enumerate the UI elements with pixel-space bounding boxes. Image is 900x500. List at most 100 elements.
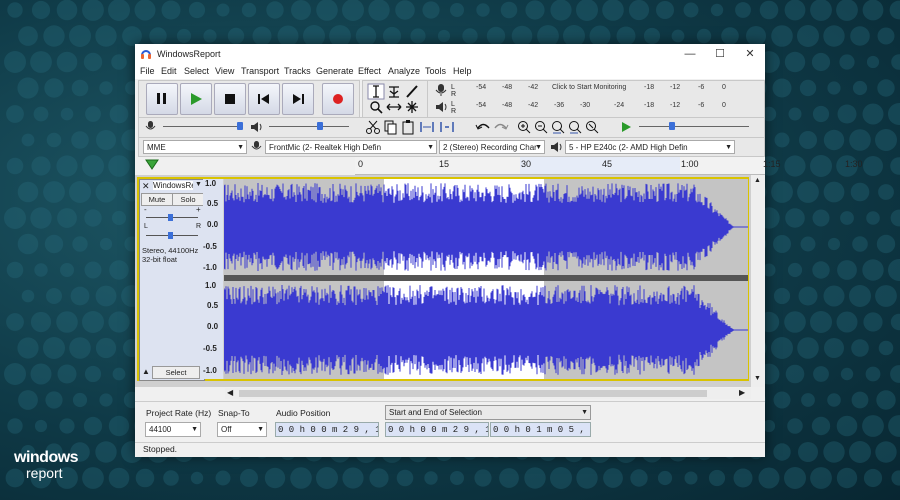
zoom-out-icon[interactable] bbox=[535, 121, 548, 134]
recording-device-select[interactable]: FrontMic (2- Realtek High Defin ▼ bbox=[265, 140, 437, 154]
recording-volume-slider[interactable] bbox=[163, 126, 243, 127]
playback-volume-thumb[interactable] bbox=[317, 122, 323, 130]
play-speed-thumb[interactable] bbox=[669, 122, 675, 130]
paste-icon[interactable] bbox=[402, 120, 414, 135]
pan-left-label: L bbox=[144, 223, 148, 230]
scale-label: -1.0 bbox=[203, 366, 217, 375]
scrollbar-thumb[interactable] bbox=[239, 390, 707, 397]
scroll-right-icon[interactable]: ▶ bbox=[739, 388, 745, 397]
cut-icon[interactable] bbox=[366, 120, 380, 134]
click-to-start-monitoring[interactable]: Click to Start Monitoring bbox=[552, 84, 626, 91]
project-rate-label: Project Rate (Hz) bbox=[146, 408, 212, 418]
horizontal-scrollbar[interactable]: ◀ ▶ bbox=[225, 388, 751, 399]
trim-icon[interactable] bbox=[420, 122, 434, 132]
audio-position-field[interactable]: 0 0 h 0 0 m 2 9 , 1 8 8 s bbox=[275, 422, 379, 437]
pan-slider-thumb[interactable] bbox=[168, 232, 173, 239]
envelope-tool-icon[interactable] bbox=[389, 86, 399, 98]
snap-to-select[interactable]: Off ▼ bbox=[217, 422, 267, 437]
play-tick: -24 bbox=[614, 102, 625, 109]
title-bar: WindowsReport — ☐ ✕ bbox=[135, 44, 765, 64]
chevron-down-icon: ▼ bbox=[581, 409, 588, 416]
snap-to-label: Snap-To bbox=[218, 408, 250, 418]
play-tick: -36 bbox=[554, 102, 565, 109]
gain-slider-thumb[interactable] bbox=[168, 214, 173, 221]
minimize-button[interactable]: — bbox=[675, 46, 705, 62]
project-rate-select[interactable]: 44100 ▼ bbox=[145, 422, 201, 437]
pause-button[interactable] bbox=[146, 83, 178, 115]
record-button[interactable] bbox=[322, 83, 354, 115]
play-tick: -54 bbox=[476, 102, 487, 109]
menu-help[interactable]: Help bbox=[453, 66, 472, 76]
fit-project-icon[interactable] bbox=[569, 121, 582, 134]
play-speed-slider[interactable] bbox=[639, 126, 749, 127]
track-close-icon[interactable]: ✕ bbox=[142, 181, 150, 192]
menu-edit[interactable]: Edit bbox=[161, 66, 177, 76]
copy-icon[interactable] bbox=[384, 120, 397, 135]
collapse-track-icon[interactable]: ▲ bbox=[142, 367, 150, 376]
amplitude-scale: 1.0 0.5 0.0 -0.5 -1.0 1.0 0.5 0.0 -0.5 -… bbox=[203, 179, 223, 379]
recording-channels-select[interactable]: 2 (Stereo) Recording Char ▼ bbox=[439, 140, 545, 154]
zoom-toggle-icon[interactable] bbox=[586, 121, 599, 134]
menu-generate[interactable]: Generate bbox=[316, 66, 354, 76]
menu-analyze[interactable]: Analyze bbox=[388, 66, 420, 76]
microphone-icon[interactable] bbox=[434, 83, 448, 97]
rec-tick: -48 bbox=[502, 84, 513, 91]
redo-icon[interactable] bbox=[494, 123, 509, 130]
audacity-logo-icon bbox=[141, 50, 151, 59]
playback-volume-slider[interactable] bbox=[269, 126, 349, 127]
selection-end-field[interactable]: 0 0 h 0 1 m 0 5 , 0 8 2 s bbox=[490, 422, 591, 437]
fit-selection-icon[interactable] bbox=[552, 121, 565, 134]
menu-file[interactable]: File bbox=[140, 66, 155, 76]
skip-start-icon bbox=[258, 94, 269, 104]
play-meter-r: R bbox=[451, 108, 457, 115]
skip-to-end-button[interactable] bbox=[282, 83, 314, 115]
gain-minus-label: - bbox=[144, 205, 147, 214]
maximize-button[interactable]: ☐ bbox=[705, 46, 735, 62]
menu-transport[interactable]: Transport bbox=[241, 66, 279, 76]
menu-tools[interactable]: Tools bbox=[425, 66, 446, 76]
multi-tool-icon[interactable] bbox=[406, 101, 418, 113]
menu-effect[interactable]: Effect bbox=[358, 66, 381, 76]
playback-meter[interactable]: -54 -48 -42 -36 -30 -24 -18 -12 -6 0 bbox=[458, 100, 762, 116]
selection-tool-icon[interactable] bbox=[367, 83, 385, 100]
timeline-tick: 0 bbox=[358, 159, 364, 169]
timeline-options-icon[interactable] bbox=[145, 158, 159, 172]
track-name[interactable]: WindowsRe bbox=[153, 181, 193, 190]
channel-divider bbox=[224, 275, 748, 281]
scroll-left-icon[interactable]: ◀ bbox=[227, 388, 233, 397]
menu-tracks[interactable]: Tracks bbox=[284, 66, 311, 76]
track-menu-chevron-icon[interactable]: ▼ bbox=[195, 181, 202, 188]
timeshift-tool-icon[interactable] bbox=[386, 103, 402, 111]
draw-tool-icon[interactable] bbox=[406, 85, 418, 98]
speaker-icon[interactable] bbox=[434, 100, 448, 114]
waveform-display[interactable] bbox=[224, 179, 748, 379]
select-track-button[interactable]: Select bbox=[152, 366, 200, 379]
record-meter[interactable]: -54 -48 -42 Click to Start Monitoring -1… bbox=[458, 82, 762, 98]
silence-icon[interactable] bbox=[440, 122, 454, 132]
playback-device-select[interactable]: 5 - HP E240c (2- AMD High Defin ▼ bbox=[565, 140, 735, 154]
scroll-up-icon[interactable]: ▲ bbox=[754, 177, 761, 184]
scroll-down-icon[interactable]: ▼ bbox=[754, 375, 761, 382]
zoom-in-icon[interactable] bbox=[518, 121, 531, 134]
window-title: WindowsReport bbox=[157, 49, 221, 59]
stop-button[interactable] bbox=[214, 83, 246, 115]
zoom-tool-icon[interactable] bbox=[370, 101, 383, 114]
recording-volume-thumb[interactable] bbox=[237, 122, 243, 130]
audio-host-select[interactable]: MME ▼ bbox=[143, 140, 247, 154]
menu-view[interactable]: View bbox=[215, 66, 234, 76]
timeline-ruler[interactable]: 0 15 30 45 1:00 1:15 1:30 bbox=[355, 157, 863, 175]
selection-start-field[interactable]: 0 0 h 0 0 m 2 9 , 1 8 8 s bbox=[385, 422, 489, 437]
close-button[interactable]: ✕ bbox=[735, 46, 765, 62]
skip-to-start-button[interactable] bbox=[248, 83, 280, 115]
play-button[interactable] bbox=[180, 83, 212, 115]
meter-toolbar: L R L R -54 -48 -42 Click to Start Monit… bbox=[427, 80, 765, 118]
selection-mode-select[interactable]: Start and End of Selection ▼ bbox=[385, 405, 591, 420]
vertical-scrollbar[interactable]: ▲ ▼ bbox=[751, 175, 765, 387]
tools-toolbar bbox=[362, 80, 428, 118]
playback-device-icon bbox=[551, 142, 562, 152]
play-at-speed-icon[interactable] bbox=[619, 120, 633, 134]
undo-icon[interactable] bbox=[475, 123, 490, 130]
menu-select[interactable]: Select bbox=[184, 66, 209, 76]
track-format: Stereo, 44100Hz bbox=[142, 246, 199, 255]
record-icon bbox=[333, 94, 343, 104]
